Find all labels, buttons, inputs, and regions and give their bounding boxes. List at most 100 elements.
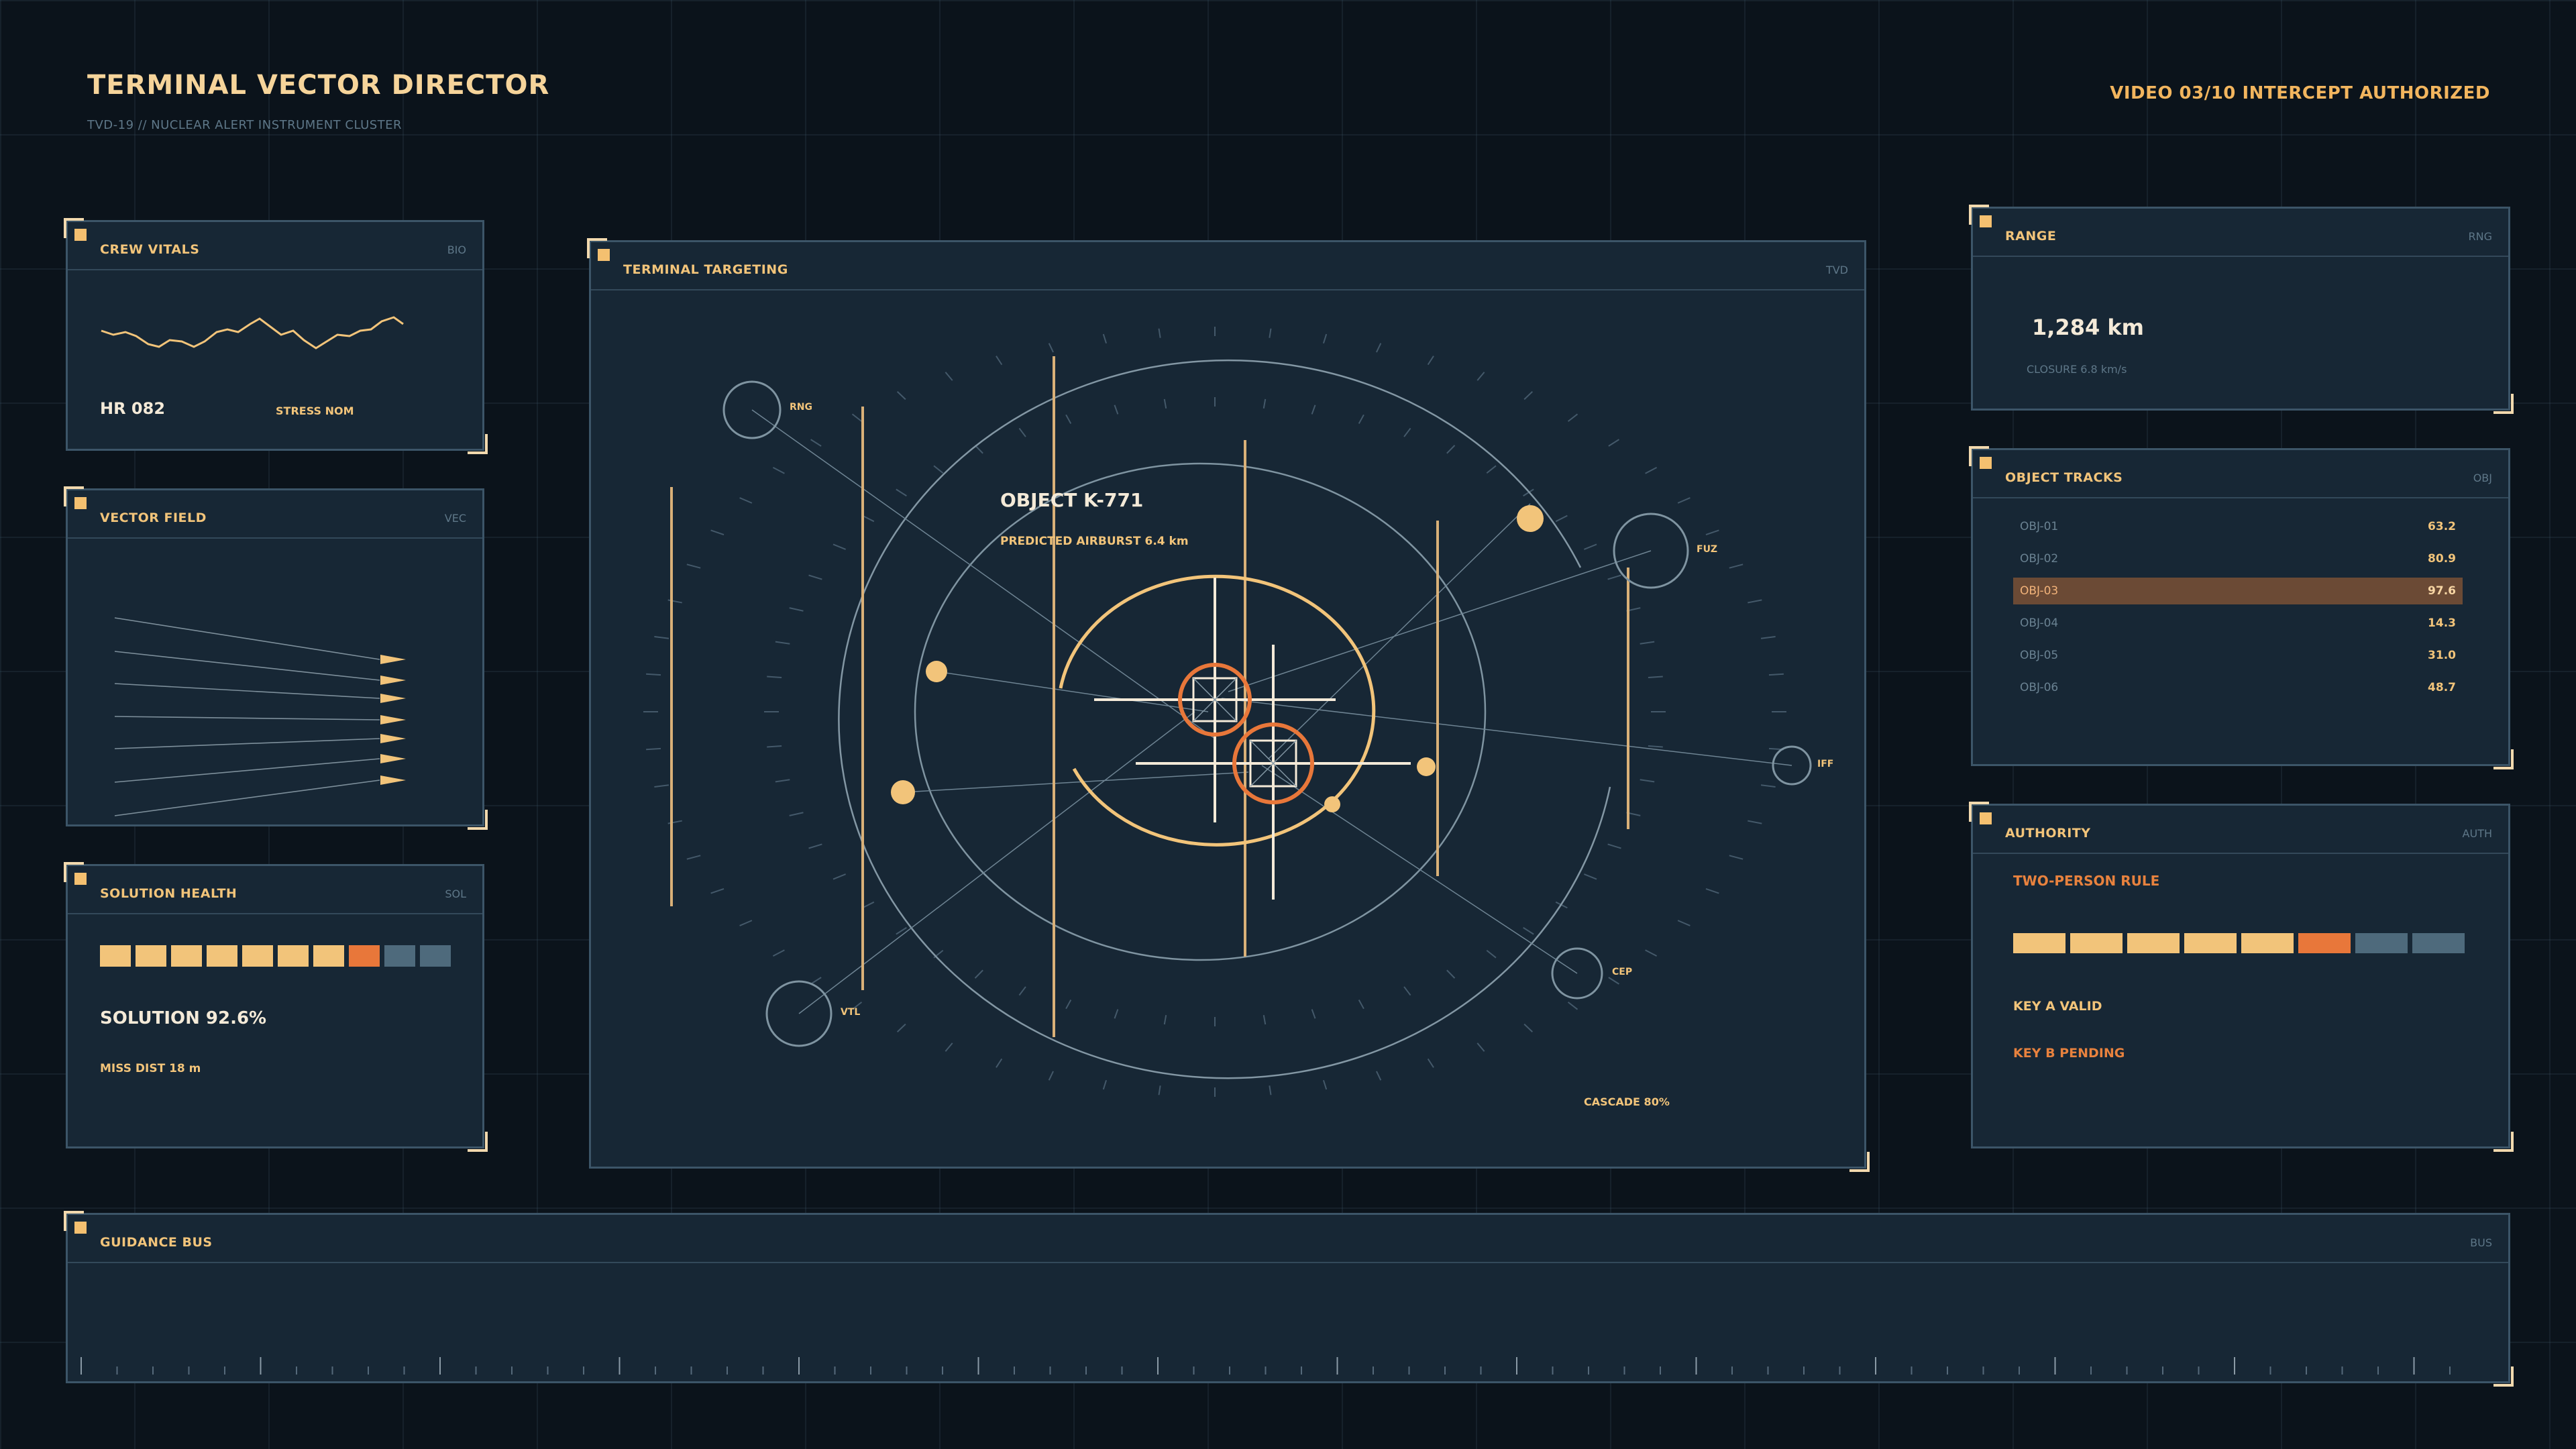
ring-tick: [1705, 888, 1719, 894]
ring-tick: [772, 466, 785, 474]
ring-tick: [1477, 1042, 1485, 1052]
ring-tick: [1760, 784, 1776, 788]
ring-tick: [1376, 1071, 1382, 1081]
ring-tick: [1648, 676, 1663, 679]
targeting-display[interactable]: RNG FUZ IFF CEP VTL: [591, 242, 1864, 1167]
status-indicator: VIDEO 03/10 INTERCEPT AUTHORIZED: [2110, 83, 2490, 103]
object-id-label: OBJECT K-771: [1000, 489, 1144, 511]
bar-segment: [2355, 933, 2408, 953]
track-value: 48.7: [2428, 681, 2456, 694]
ring-tick: [1645, 949, 1658, 957]
ring-tick: [1607, 574, 1621, 580]
bar-segment: [384, 945, 415, 967]
ring-tick: [896, 391, 906, 400]
table-row[interactable]: OBJ-01 63.2: [2013, 513, 2463, 540]
panel-code: AUTH: [2462, 827, 2492, 840]
ring-tick: [1114, 405, 1119, 415]
ring-tick: [686, 855, 701, 860]
ring-tick: [1645, 466, 1658, 474]
iff-label: IFF: [1817, 759, 1833, 769]
ring-tick: [1048, 343, 1054, 353]
ring-tick: [1768, 673, 1784, 676]
vector-field-panel[interactable]: VECTOR FIELD VEC: [64, 486, 488, 830]
ring-tick: [789, 607, 804, 612]
ring-tick: [945, 372, 953, 381]
ring-tick: [945, 1042, 953, 1052]
ring-tick: [739, 920, 753, 926]
ring-tick: [1748, 599, 1762, 604]
ring-tick: [1446, 445, 1456, 454]
ring-tick: [767, 676, 782, 679]
ring-tick: [896, 1023, 906, 1032]
bar-segment: [349, 945, 380, 967]
stress-readout: STRESS NOM: [276, 405, 354, 417]
ring-tick: [862, 515, 875, 523]
authority-panel[interactable]: AUTHORITY AUTH TWO-PERSON RULE KEY A VAL…: [1969, 802, 2514, 1152]
table-row[interactable]: OBJ-02 80.9: [2013, 545, 2463, 572]
primary-crosshair: [1094, 578, 1336, 822]
ring-tick: [1158, 1085, 1161, 1095]
fuz-label: FUZ: [1697, 544, 1717, 555]
bar-segment: [2298, 933, 2351, 953]
ring-tick: [1583, 873, 1597, 880]
table-row[interactable]: OBJ-04 14.3: [2013, 610, 2463, 637]
ring-tick: [1102, 333, 1108, 344]
track-id: OBJ-03: [2020, 584, 2059, 598]
ring-tick: [862, 901, 875, 909]
table-row-selected[interactable]: OBJ-03 97.6: [2013, 578, 2463, 604]
ring-tick: [1446, 969, 1456, 979]
ring-tick: [1555, 515, 1568, 523]
ring-tick: [1102, 1079, 1108, 1090]
panel-title: SOLUTION HEALTH: [100, 886, 237, 901]
crew-vitals-panel[interactable]: CREW VITALS BIO HR 082 STRESS NOM: [64, 218, 488, 454]
bar-segment: [2070, 933, 2123, 953]
panel-code: BIO: [447, 244, 466, 256]
table-row[interactable]: OBJ-05 31.0: [2013, 642, 2463, 669]
track-value: 80.9: [2428, 552, 2456, 566]
ring-tick: [808, 843, 822, 849]
ring-tick: [767, 745, 782, 748]
ring-tick: [1523, 391, 1534, 400]
guidance-bus-panel[interactable]: GUIDANCE BUS BUS: [64, 1211, 2514, 1387]
ring-tick: [1705, 529, 1719, 535]
guidance-bus-scale: [80, 1357, 2451, 1375]
range-value: 1,284 km: [2032, 315, 2144, 340]
ring-tick: [1403, 427, 1411, 437]
ring-tick: [810, 439, 822, 447]
corner-bracket: [468, 1132, 488, 1152]
ring-tick: [974, 969, 983, 979]
ring-tick: [833, 543, 847, 550]
ring-tick: [1748, 820, 1762, 824]
terminal-targeting-panel[interactable]: TERMINAL TARGETING TVD RNG FUZ IFF CEP V…: [587, 238, 1870, 1172]
track-id: OBJ-02: [2020, 552, 2059, 566]
cep-label: CEP: [1612, 967, 1632, 977]
panel-code: SOL: [445, 888, 466, 900]
bar-segment: [278, 945, 309, 967]
table-row[interactable]: OBJ-06 48.7: [2013, 674, 2463, 701]
ring-tick: [1358, 999, 1364, 1010]
ring-tick: [1311, 405, 1316, 415]
heart-rate-waveform: [101, 316, 404, 350]
ring-tick: [1486, 465, 1497, 474]
solution-health-panel[interactable]: SOLUTION HEALTH SOL SOLUTION 92.6% MISS …: [64, 862, 488, 1152]
corner-bracket: [468, 434, 488, 454]
track-marker: [891, 780, 915, 804]
panel-header: OBJECT TRACKS OBJ: [1973, 450, 2508, 498]
ring-tick: [667, 599, 682, 604]
ring-tick: [1376, 343, 1382, 353]
object-tracks-panel[interactable]: OBJECT TRACKS OBJ OBJ-01 63.2 OBJ-02 80.…: [1969, 446, 2514, 769]
outer-orbit-arc: [838, 359, 1611, 1079]
ring-tick: [646, 673, 661, 676]
two-person-rule-label: TWO-PERSON RULE: [2013, 873, 2160, 889]
ring-tick: [1322, 1079, 1328, 1090]
bar-segment: [207, 945, 237, 967]
panel-title: VECTOR FIELD: [100, 511, 207, 525]
track-value: 97.6: [2428, 584, 2456, 598]
ring-tick: [1158, 328, 1161, 338]
panel-code: VEC: [444, 512, 466, 525]
vtl-label: VTL: [841, 1007, 860, 1018]
ring-tick: [1608, 977, 1619, 985]
track-id: OBJ-05: [2020, 649, 2059, 662]
track-value: 31.0: [2428, 649, 2456, 662]
range-panel[interactable]: RANGE RNG 1,284 km CLOSURE 6.8 km/s: [1969, 205, 2514, 414]
